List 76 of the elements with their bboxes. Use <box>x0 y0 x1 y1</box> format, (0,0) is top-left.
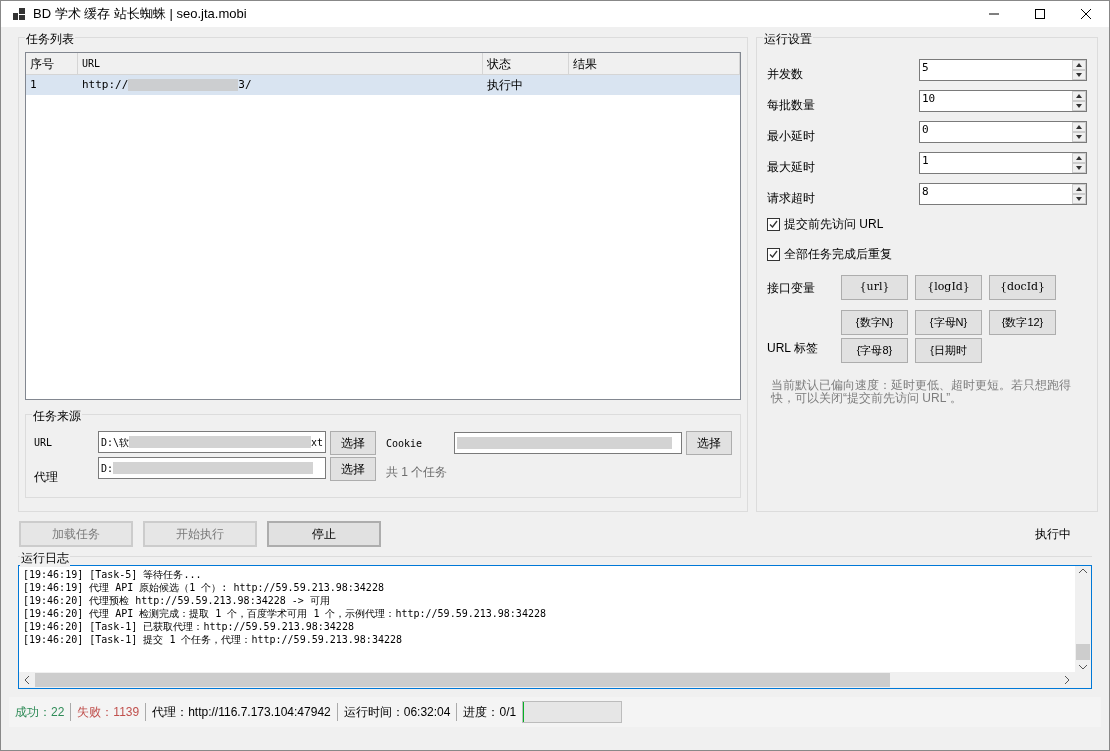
tag-button[interactable]: {日期时 <box>915 338 982 363</box>
spinner-arrows-icon[interactable] <box>1072 59 1086 80</box>
tag-button[interactable]: {数字12} <box>989 310 1056 335</box>
variable-button[interactable]: {logId} <box>915 275 982 300</box>
success-count: 成功：22 <box>9 703 72 721</box>
runtime-status: 运行时间：06:32:04 <box>337 703 458 721</box>
select-button[interactable]: 选择 <box>330 457 376 481</box>
field-label: Cookie <box>386 436 424 451</box>
select-button[interactable]: 选择 <box>686 431 732 455</box>
spinner-arrows-icon[interactable] <box>1072 90 1086 111</box>
table-cell-text: 3/ <box>238 76 252 93</box>
task-count-text: 共 1 个任务 <box>386 464 449 481</box>
tag-button[interactable]: {字母N} <box>915 310 982 335</box>
variable-button[interactable]: {docId} <box>989 275 1056 300</box>
scroll-thumb[interactable] <box>35 673 890 687</box>
field-label: 最大延时 <box>767 158 816 176</box>
log-line: [19:46:20] [Task-1] 已获取代理：http://59.59.213.98:34228 <box>23 620 354 633</box>
column-header[interactable]: 结果 <box>569 53 740 74</box>
run-state-text: 执行中 <box>1035 526 1071 543</box>
checkbox[interactable] <box>767 217 780 231</box>
group-title: 运行日志 <box>20 549 70 567</box>
maximize-icon <box>1035 9 1045 19</box>
spinner-arrows-icon[interactable] <box>1072 183 1086 204</box>
tag-button[interactable]: {字母8} <box>841 338 908 363</box>
table-row[interactable]: 1 http:// 3/ 执行中 <box>26 75 740 95</box>
proxy-status: 代理：http://116.7.173.104:47942 <box>146 703 338 721</box>
log-line: [19:46:19] [Task-5] 等待任务... <box>23 568 202 581</box>
field-label: URL <box>34 436 54 450</box>
log-line: [19:46:20] 代理预检 http://59.59.213.98:34228 -> 可用 <box>23 594 330 607</box>
number-spinner[interactable]: 5 <box>919 58 1087 81</box>
vertical-scrollbar[interactable] <box>1075 566 1091 672</box>
scroll-up-icon[interactable] <box>1079 568 1087 574</box>
number-spinner[interactable]: 8 <box>919 182 1087 205</box>
number-spinner[interactable]: 10 <box>919 89 1087 112</box>
progress-status: 进度：0/1 <box>462 704 518 721</box>
column-header[interactable]: 状态 <box>483 53 569 74</box>
window-title: BD 学术 缓存 站长蜘蛛 | seo.jta.mobi <box>33 5 247 24</box>
field-label: 最小延时 <box>767 127 816 145</box>
select-button[interactable]: 选择 <box>330 431 376 455</box>
settings-note: 当前默认已偏向速度：延时更低、超时更短。若只想跑得快，可以关闭“提交前先访问 URL”。 <box>770 379 1072 405</box>
column-header[interactable]: URL <box>78 53 483 74</box>
checkbox-label: 全部任务完成后重复 <box>784 246 892 263</box>
log-line: [19:46:20] [Task-1] 提交 1 个任务，代理：http://59.59.213.98:34228 <box>23 633 402 646</box>
input-field[interactable]: D: <box>98 457 326 479</box>
checkbox-label: 提交前先访问 URL <box>784 216 884 233</box>
tag-button[interactable]: {数字N} <box>841 310 908 335</box>
table-cell-text: http:// <box>82 76 129 93</box>
field-label: 每批数量 <box>767 96 816 114</box>
field-label: 并发数 <box>767 65 804 83</box>
scroll-thumb[interactable] <box>1076 644 1090 660</box>
spinner-arrows-icon[interactable] <box>1072 152 1086 173</box>
app-icon <box>13 8 25 20</box>
group-title: 运行设置 <box>763 30 813 48</box>
group-title: 任务来源 <box>32 407 82 425</box>
horizontal-scrollbar[interactable] <box>19 672 1091 688</box>
log-line: [19:46:19] 代理 API 原始候选（1 个）: http://59.59.213.98:34228 <box>23 581 384 594</box>
group-title: 任务列表 <box>25 30 75 48</box>
fail-count: 失败：1139 <box>71 703 147 721</box>
action-button[interactable]: 停止 <box>267 521 381 547</box>
checkbox[interactable] <box>767 247 780 261</box>
field-label: URL 标签 <box>767 339 819 357</box>
log-line: [19:46:20] 代理 API 检测完成：提取 1 个，百度学术可用 1 个，示例代理：http://59.59.213.98:34228 <box>23 607 546 620</box>
table-cell-text: 1 <box>29 76 38 93</box>
variable-button[interactable]: {url} <box>841 275 908 300</box>
input-field[interactable]: D:\软 xt <box>98 431 326 453</box>
number-spinner[interactable]: 0 <box>919 120 1087 143</box>
table-cell-text: 执行中 <box>486 77 524 94</box>
field-label: 接口变量 <box>767 279 816 297</box>
number-spinner[interactable]: 1 <box>919 151 1087 174</box>
input-field[interactable] <box>454 432 682 454</box>
field-label: 请求超时 <box>767 189 816 207</box>
column-header[interactable]: 序号 <box>26 53 78 74</box>
spinner-arrows-icon[interactable] <box>1072 121 1086 142</box>
scroll-down-icon[interactable] <box>1079 664 1087 670</box>
close-icon <box>1081 9 1091 19</box>
field-label: 代理 <box>34 469 59 486</box>
